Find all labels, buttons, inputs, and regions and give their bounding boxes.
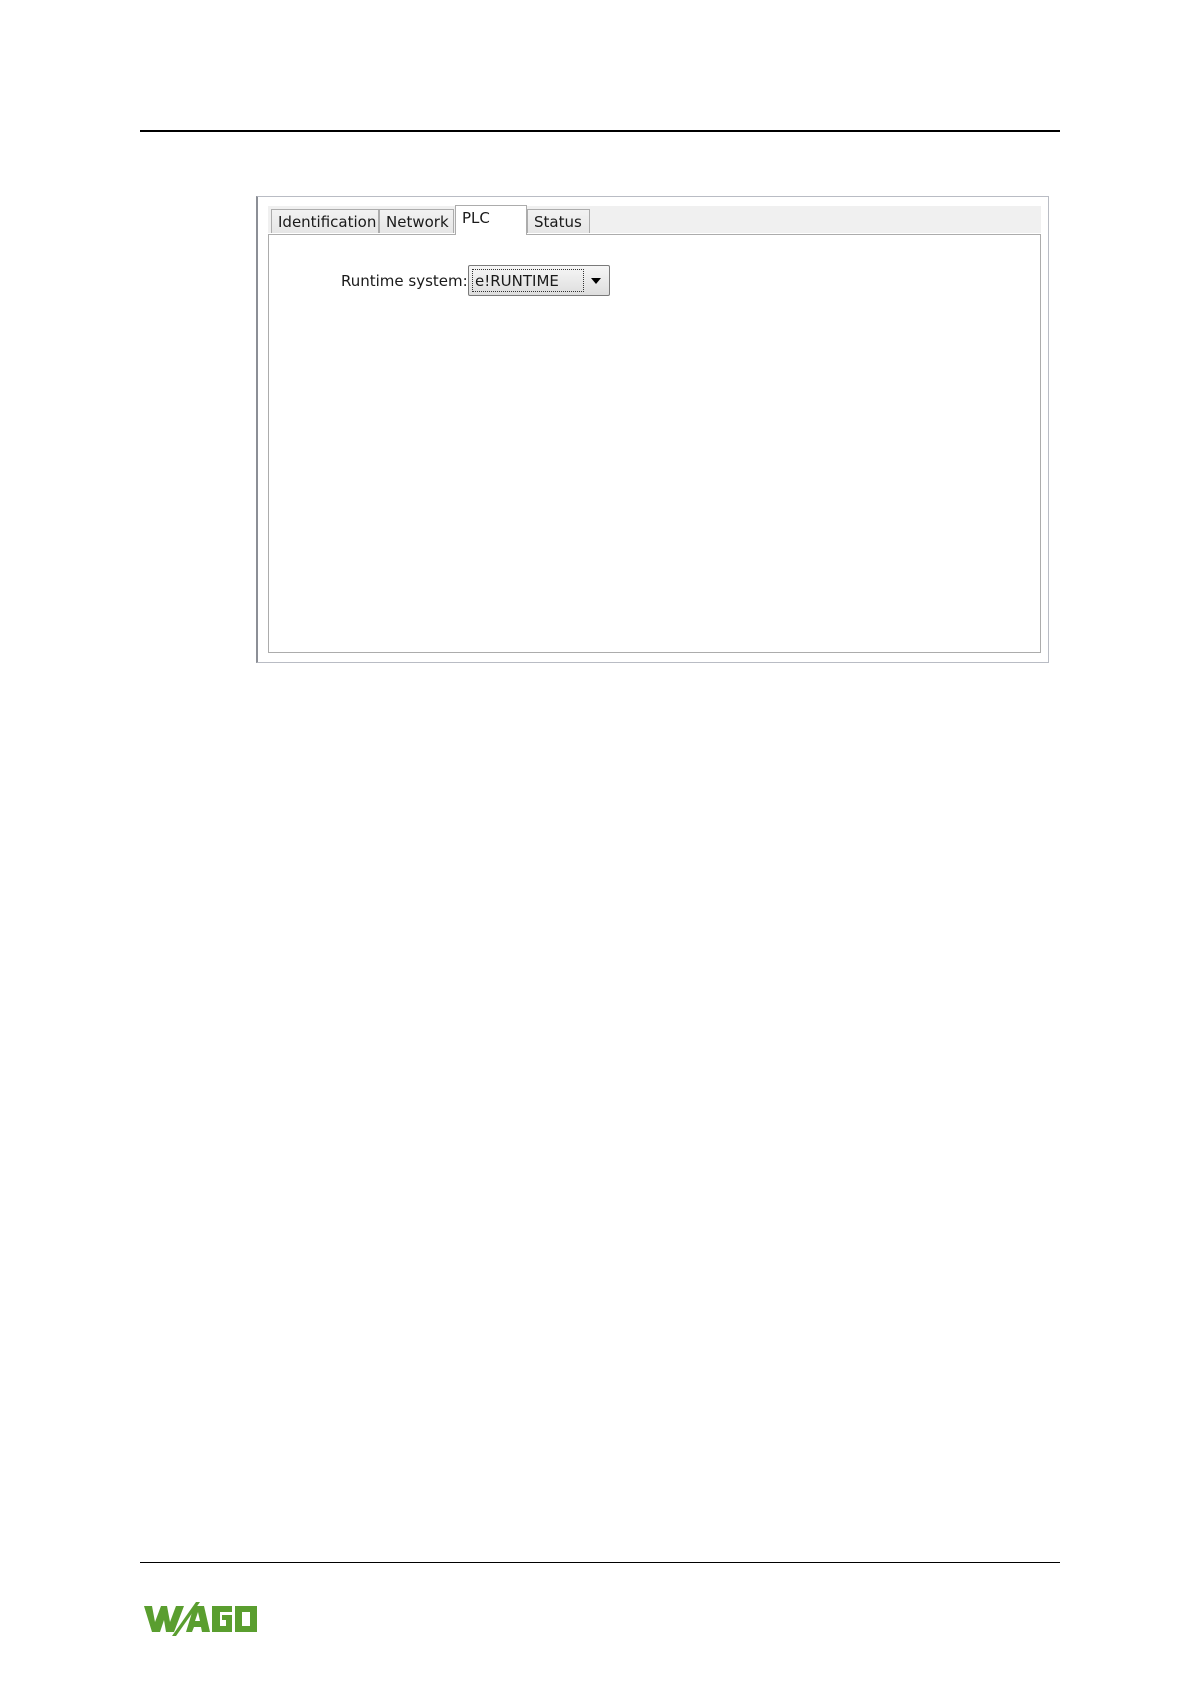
tab-label: Identification <box>278 213 377 231</box>
wago-logo <box>142 1598 260 1638</box>
runtime-system-label: Runtime system: <box>341 272 468 290</box>
footer-rule <box>140 1562 1060 1563</box>
header-rule <box>140 130 1060 132</box>
tab-label: PLC <box>462 209 490 227</box>
tab-label: Status <box>534 213 582 231</box>
tab-label: Network <box>386 213 449 231</box>
tab-identification[interactable]: Identification <box>271 209 379 233</box>
chevron-down-icon[interactable] <box>591 278 601 284</box>
tab-network[interactable]: Network <box>379 209 454 233</box>
tab-plc[interactable]: PLC <box>455 205 527 235</box>
wago-logo-icon <box>144 1602 257 1636</box>
runtime-system-value: e!RUNTIME <box>472 269 584 292</box>
tab-panel-plc: Runtime system: e!RUNTIME <box>268 234 1041 653</box>
device-settings-dialog: Identification Network PLC Status Runtim… <box>256 196 1049 663</box>
runtime-system-select[interactable]: e!RUNTIME <box>468 265 610 296</box>
tab-status[interactable]: Status <box>527 209 590 233</box>
